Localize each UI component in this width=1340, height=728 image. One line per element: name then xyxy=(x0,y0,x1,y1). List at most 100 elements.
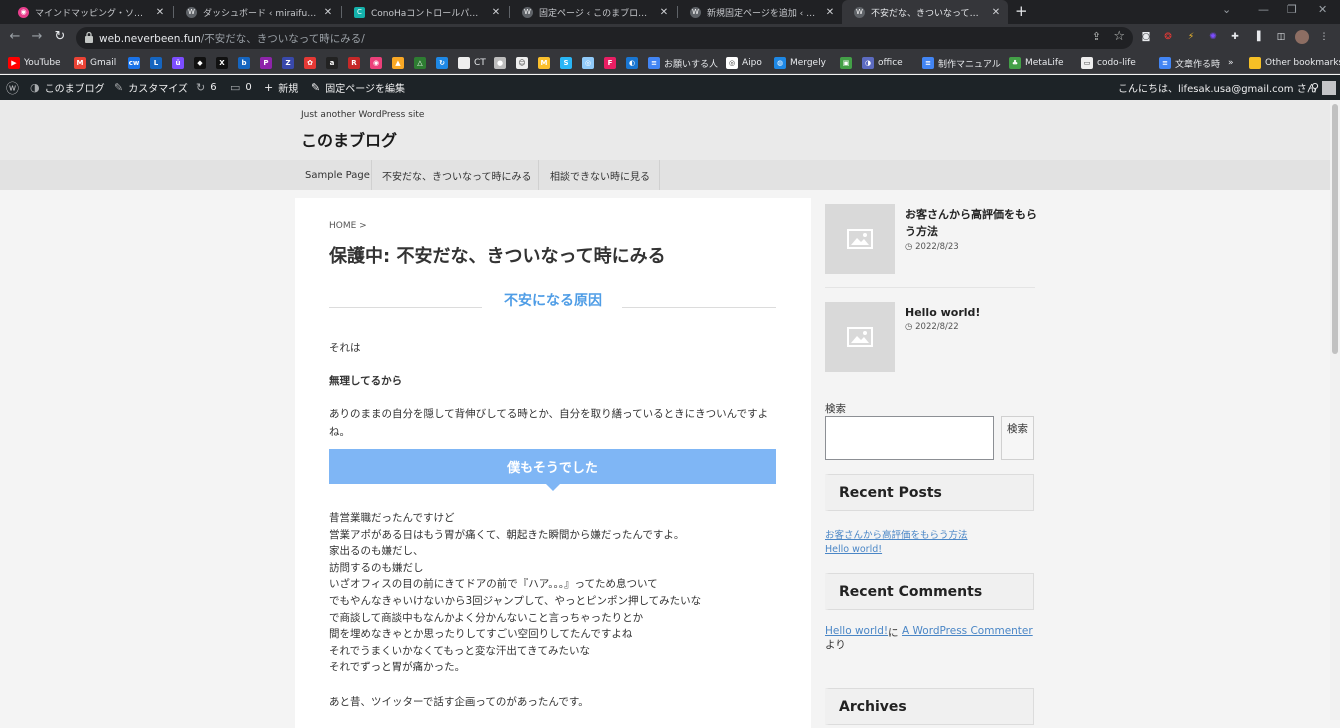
close-tab-icon[interactable]: ✕ xyxy=(990,7,1002,18)
bookmark-item[interactable]: ↻ xyxy=(436,55,452,71)
browser-tab-active[interactable]: W 不安だな、きついなって時にみる - この ✕ xyxy=(842,0,1008,24)
puzzle-extensions-icon[interactable]: ✚ xyxy=(1228,30,1242,44)
comment-post-link[interactable]: Hello world! xyxy=(825,625,888,637)
pencil-icon: ✎ xyxy=(311,81,321,94)
reload-icon[interactable]: ↻ xyxy=(52,29,68,44)
search-input[interactable] xyxy=(825,416,994,460)
bookmark-item[interactable]: a xyxy=(326,55,342,71)
admin-site-name[interactable]: ◑ このまブログ xyxy=(30,75,105,100)
recent-post-link[interactable]: お客さんから高評価をもらう方法 xyxy=(825,527,968,541)
recent-post-link[interactable]: Hello world! xyxy=(825,544,882,555)
site-title[interactable]: このまブログ xyxy=(301,127,397,151)
browser-tab[interactable]: ◉ マインドマッピング・ソフトウェア - オン ✕ xyxy=(6,0,172,24)
bookmark-item[interactable]: M Gmail xyxy=(74,55,116,71)
bookmark-item[interactable]: M xyxy=(538,55,554,71)
bookmark-item[interactable]: b xyxy=(238,55,254,71)
sidebar-post-title[interactable]: お客さんから高評価をもらう方法 xyxy=(905,206,1037,240)
image-placeholder-icon[interactable] xyxy=(825,204,895,274)
close-tab-icon[interactable]: ✕ xyxy=(490,7,502,18)
bookmark-item[interactable]: ≡ 制作マニュアル xyxy=(922,55,1001,71)
bookmark-item[interactable]: ◎ xyxy=(582,55,598,71)
browser-tab[interactable]: W 新規固定ページを追加 ‹ このまブログ ✕ xyxy=(678,0,842,24)
bookmark-item[interactable]: S xyxy=(560,55,576,71)
nav-item-soudan[interactable]: 相談できない時に見る xyxy=(550,160,650,190)
bookmark-item[interactable]: P xyxy=(260,55,276,71)
sidebar-post[interactable]: お客さんから高評価をもらう方法 ◷ 2022/8/23 xyxy=(825,204,1037,294)
browser-tab[interactable]: W ダッシュボード ‹ miraiful — WordPress ✕ xyxy=(174,0,340,24)
bookmark-item[interactable]: ◐ xyxy=(626,55,642,71)
bookmark-item[interactable]: X xyxy=(216,55,232,71)
forward-arrow-icon[interactable]: → xyxy=(29,29,45,44)
search-button[interactable]: 検索 xyxy=(1001,416,1034,460)
sidebar-post-title[interactable]: Hello world! xyxy=(905,304,1037,321)
bookmark-item[interactable]: ◎ Aipo xyxy=(726,55,762,71)
side-panel-icon[interactable]: ◫ xyxy=(1274,30,1288,44)
admin-search-icon[interactable]: ⚲ xyxy=(1311,75,1324,100)
page-scrollbar[interactable] xyxy=(1330,100,1340,720)
nav-item-sample-page[interactable]: Sample Page xyxy=(305,160,370,190)
bookmark-item[interactable]: ▶ YouTube xyxy=(8,55,61,71)
admin-updates[interactable]: ↻ 6 xyxy=(196,75,217,100)
bookmark-item[interactable]: ✿ xyxy=(304,55,320,71)
bookmark-item[interactable]: CT xyxy=(458,55,486,71)
bookmark-item[interactable]: ◍ Mergely xyxy=(774,55,826,71)
restore-icon[interactable]: ❐ xyxy=(1287,3,1297,16)
nav-item-fuan[interactable]: 不安だな、きついなって時にみる xyxy=(382,160,532,190)
sidebar-post[interactable]: Hello world! ◷ 2022/8/22 xyxy=(825,302,1035,392)
bookmark-item[interactable]: R xyxy=(348,55,364,71)
minimize-icon[interactable]: — xyxy=(1258,3,1269,16)
bookmark-item[interactable]: ≡ お願いする人 xyxy=(648,55,718,71)
new-tab-button[interactable]: + xyxy=(1015,2,1028,20)
breadcrumb[interactable]: HOME > xyxy=(329,221,367,231)
bookmark-item[interactable]: ü xyxy=(172,55,188,71)
sidebar-icon[interactable]: ▐ xyxy=(1250,30,1264,44)
comment-author-link[interactable]: A WordPress Commenter xyxy=(902,625,1033,637)
close-tab-icon[interactable]: ✕ xyxy=(658,7,670,18)
bookmark-icon: R xyxy=(348,57,360,69)
admin-new[interactable]: + 新規 xyxy=(264,75,298,100)
scrollbar-thumb[interactable] xyxy=(1332,104,1338,354)
close-tab-icon[interactable]: ✕ xyxy=(322,7,334,18)
browser-tab[interactable]: W 固定ページ ‹ このまブログ — WordPress ✕ xyxy=(510,0,676,24)
gear-extension-icon[interactable]: ✺ xyxy=(1206,30,1220,44)
bookmark-item[interactable]: ◉ xyxy=(370,55,386,71)
admin-account[interactable]: こんにちは、lifesak.usa@gmail.com さん xyxy=(1118,75,1336,100)
bookmark-item[interactable]: ☺ xyxy=(516,55,532,71)
bookmark-item[interactable]: Z xyxy=(282,55,298,71)
bookmark-item[interactable]: ▭ codo-life xyxy=(1081,55,1136,71)
other-bookmarks[interactable]: Other bookmarks xyxy=(1249,55,1340,71)
back-arrow-icon[interactable]: ← xyxy=(7,29,23,44)
address-bar[interactable]: web.neverbeen.fun/不安だな、きついなって時にみる/ ⇪ ☆ xyxy=(76,27,1133,49)
admin-comments[interactable]: ▭ 0 xyxy=(230,75,252,100)
close-window-icon[interactable]: ✕ xyxy=(1318,3,1327,16)
admin-customize[interactable]: ✎ カスタマイズ xyxy=(114,75,188,100)
close-tab-icon[interactable]: ✕ xyxy=(154,7,166,18)
bookmarks-overflow-button[interactable]: » xyxy=(1228,55,1234,71)
bookmark-item[interactable]: ▣ xyxy=(840,55,856,71)
bookmark-item[interactable]: ◑ office xyxy=(862,55,903,71)
menu-kebab-icon[interactable]: ⋮ xyxy=(1317,30,1331,44)
camera-extension-icon[interactable]: ◙ xyxy=(1139,30,1153,44)
bookmark-item[interactable]: ≡ 文章作る時 xyxy=(1159,55,1220,71)
bookmark-item[interactable]: F xyxy=(604,55,620,71)
extension-icon[interactable]: ❂ xyxy=(1161,30,1175,44)
share-icon[interactable]: ⇪ xyxy=(1092,30,1101,43)
bookmark-item[interactable]: ▲ xyxy=(392,55,408,71)
url-text: web.neverbeen.fun/不安だな、きついなって時にみる/ xyxy=(99,33,365,45)
bookmark-item[interactable]: ♣ MetaLife xyxy=(1009,55,1064,71)
bookmark-item[interactable]: L xyxy=(150,55,166,71)
browser-tab[interactable]: C ConoHaコントロールパネル ✕ xyxy=(342,0,508,24)
bookmark-item[interactable]: ◆ xyxy=(194,55,210,71)
bookmark-item[interactable]: cw xyxy=(128,55,144,71)
bookmark-item[interactable]: △ xyxy=(414,55,430,71)
close-tab-icon[interactable]: ✕ xyxy=(824,7,836,18)
admin-edit-page[interactable]: ✎ 固定ページを編集 xyxy=(311,75,405,100)
bookmark-item[interactable]: ● xyxy=(494,55,510,71)
paragraph: それは xyxy=(329,342,361,354)
lightning-extension-icon[interactable]: ⚡ xyxy=(1184,30,1198,44)
profile-avatar-icon[interactable] xyxy=(1295,30,1309,44)
image-placeholder-icon[interactable] xyxy=(825,302,895,372)
wp-logo-icon[interactable]: ⓦ xyxy=(6,75,24,100)
bookmark-star-icon[interactable]: ☆ xyxy=(1113,29,1125,44)
tab-search-icon[interactable]: ⌄ xyxy=(1222,3,1231,16)
